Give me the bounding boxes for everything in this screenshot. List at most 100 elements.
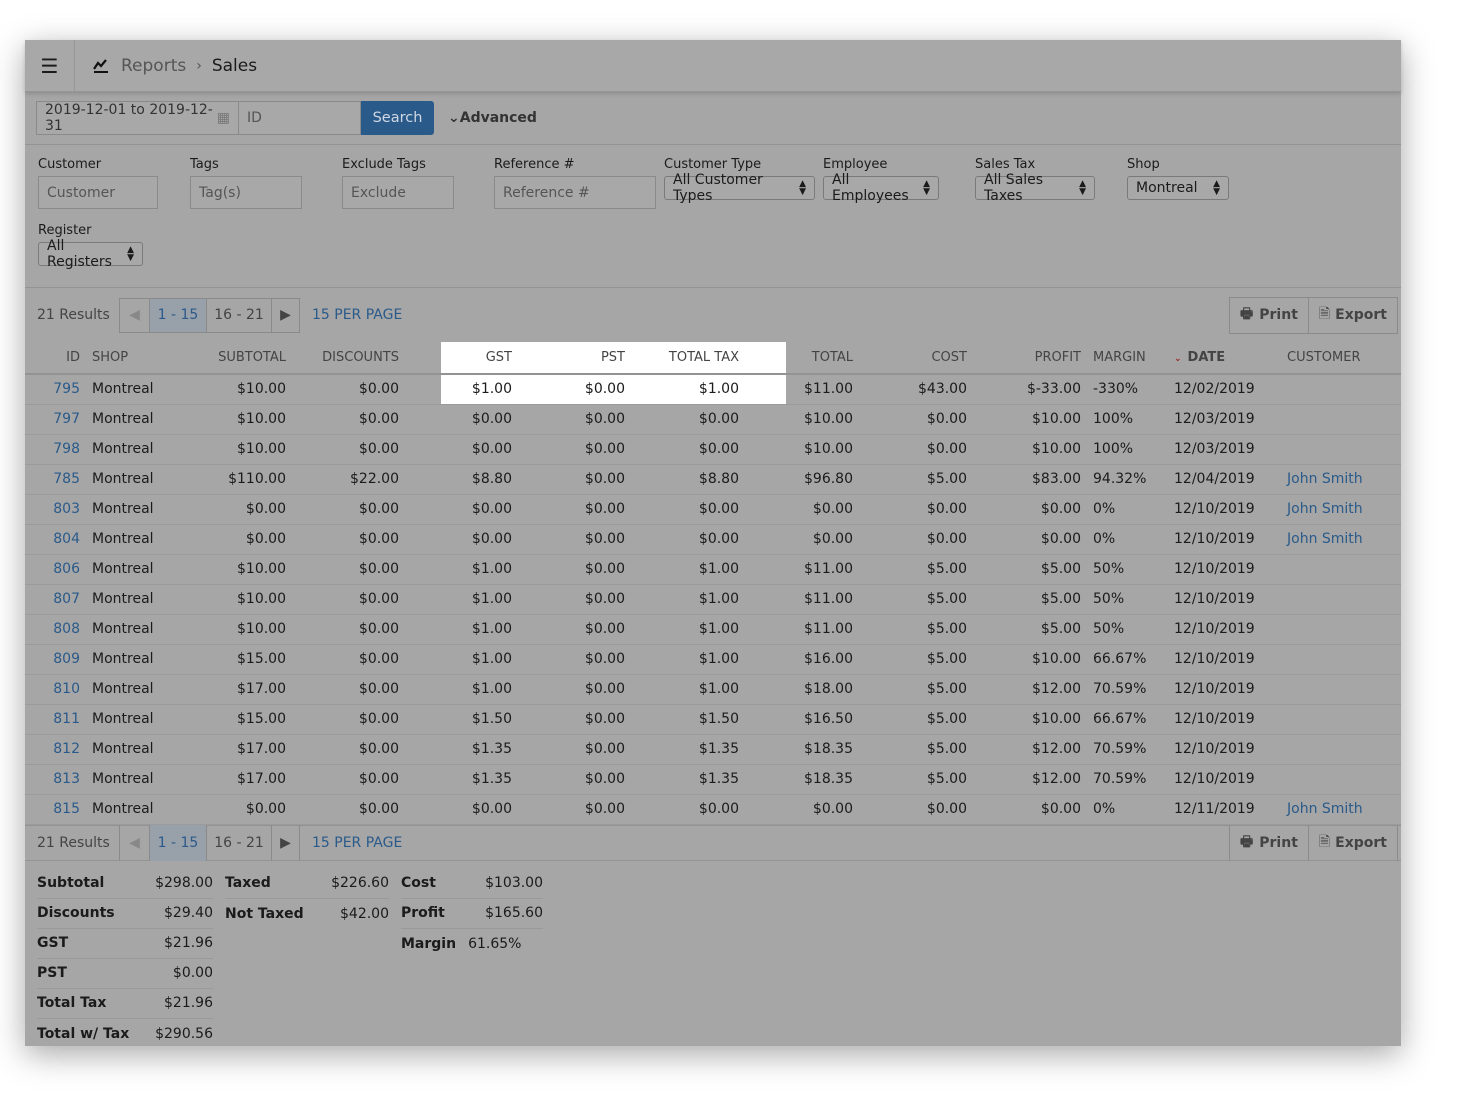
table-row[interactable]: 807 Montreal $10.00 $0.00 $1.00 $0.00 $1.00 $11…	[25, 584, 1401, 615]
summary-label: Taxed	[225, 875, 271, 891]
column-header-id[interactable]: ID	[25, 342, 86, 375]
table-row[interactable]: 809 Montreal $15.00 $0.00 $1.00 $0.00 $1.00 $16…	[25, 644, 1401, 675]
cell-margin: 0%	[1087, 794, 1168, 825]
cell-total-tax: $0.00	[631, 494, 786, 525]
tags-input[interactable]: Tag(s)	[190, 176, 302, 209]
table-row[interactable]: 803 Montreal $0.00 $0.00 $0.00 $0.00 $0.00 $0.0…	[25, 494, 1401, 525]
cell-pst: $0.00	[518, 464, 631, 495]
prev-page-icon[interactable]: ◀	[120, 824, 150, 861]
customer-input[interactable]: Customer	[38, 176, 158, 209]
summary-label: Profit	[401, 905, 445, 921]
sale-id-link[interactable]: 804	[25, 524, 86, 555]
cell-subtotal: $10.00	[186, 434, 292, 465]
customer-link	[1281, 764, 1401, 795]
column-header-total[interactable]: TOTAL	[786, 342, 859, 375]
reference-input[interactable]: Reference #	[494, 176, 656, 209]
print-button[interactable]: 🖶 Print	[1230, 297, 1309, 333]
table-row[interactable]: 813 Montreal $17.00 $0.00 $1.35 $0.00 $1.35 $18…	[25, 764, 1401, 795]
sale-id-link[interactable]: 798	[25, 434, 86, 465]
sale-id-link[interactable]: 811	[25, 704, 86, 735]
column-header-shop[interactable]: SHOP	[86, 342, 186, 375]
register-select[interactable]: All Registers ▲ ▼	[38, 238, 143, 270]
sales-tax-select[interactable]: All Sales Taxes ▲ ▼	[975, 172, 1095, 204]
shop-select[interactable]: Montreal ▲ ▼	[1127, 176, 1229, 200]
sale-id-link[interactable]: 806	[25, 554, 86, 585]
per-page-select[interactable]: 15 PER PAGE	[312, 835, 402, 851]
column-header-pst[interactable]: PST	[518, 342, 631, 375]
cell-subtotal: $10.00	[186, 614, 292, 645]
id-input[interactable]: ID	[239, 101, 361, 135]
export-button[interactable]: 🗎 Export	[1309, 298, 1397, 333]
cell-total: $11.00	[786, 374, 859, 405]
cell-pst: $0.00	[518, 374, 631, 405]
search-button[interactable]: Search	[361, 101, 434, 135]
column-header-cost[interactable]: COST	[859, 342, 973, 375]
exclude-tags-input[interactable]: Exclude	[342, 176, 454, 209]
next-page-icon[interactable]: ▶	[272, 825, 299, 861]
customer-link[interactable]: John Smith	[1281, 494, 1401, 525]
sale-id-link[interactable]: 795	[25, 374, 86, 405]
cell-total-tax: $0.00	[631, 794, 786, 825]
cell-date: 12/10/2019	[1168, 524, 1281, 555]
column-header-total-tax[interactable]: TOTAL TAX	[631, 342, 786, 375]
cell-total-tax: $1.00	[631, 644, 786, 675]
page-1-15[interactable]: 1 - 15	[150, 298, 207, 332]
cell-pst: $0.00	[518, 644, 631, 675]
column-header-discounts[interactable]: DISCOUNTS	[292, 342, 441, 375]
employee-select[interactable]: All Employees ▲ ▼	[823, 172, 939, 204]
cell-total: $16.00	[786, 644, 859, 675]
table-row[interactable]: 806 Montreal $10.00 $0.00 $1.00 $0.00 $1.00 $11…	[25, 554, 1401, 585]
cell-pst: $0.00	[518, 404, 631, 435]
sale-id-link[interactable]: 808	[25, 614, 86, 645]
table-row[interactable]: 804 Montreal $0.00 $0.00 $0.00 $0.00 $0.00 $0.0…	[25, 524, 1401, 555]
table-row[interactable]: 797 Montreal $10.00 $0.00 $0.00 $0.00 $0.00 $10…	[25, 404, 1401, 435]
table-row[interactable]: 812 Montreal $17.00 $0.00 $1.35 $0.00 $1.35 $18…	[25, 734, 1401, 765]
page-1-15[interactable]: 1 - 15	[150, 824, 207, 861]
column-header-margin[interactable]: MARGIN	[1087, 342, 1168, 375]
date-range-input[interactable]: 2019-12-01 to 2019-12-31 ▦	[36, 101, 239, 135]
cell-profit: $5.00	[973, 554, 1087, 585]
sale-id-link[interactable]: 812	[25, 734, 86, 765]
table-row[interactable]: 808 Montreal $10.00 $0.00 $1.00 $0.00 $1.00 $11…	[25, 614, 1401, 645]
next-page-icon[interactable]: ▶	[272, 299, 299, 332]
sale-id-link[interactable]: 810	[25, 674, 86, 705]
page-16-21[interactable]: 16 - 21	[207, 298, 272, 332]
sale-id-link[interactable]: 807	[25, 584, 86, 615]
table-row[interactable]: 815 Montreal $0.00 $0.00 $0.00 $0.00 $0.00 $0.0…	[25, 794, 1401, 825]
column-header-date[interactable]: ⌄ DATE	[1168, 342, 1281, 375]
cell-discounts: $0.00	[292, 494, 441, 525]
cell-cost: $5.00	[859, 674, 973, 705]
customer-type-select[interactable]: All Customer Types ▲ ▼	[664, 172, 815, 204]
page-16-21[interactable]: 16 - 21	[207, 824, 272, 861]
column-header-profit[interactable]: PROFIT	[973, 342, 1087, 375]
customer-link[interactable]: John Smith	[1281, 464, 1401, 495]
sale-id-link[interactable]: 813	[25, 764, 86, 795]
column-header-subtotal[interactable]: SUBTOTAL	[186, 342, 292, 375]
sale-id-link[interactable]: 803	[25, 494, 86, 525]
sale-id-link[interactable]: 785	[25, 464, 86, 495]
prev-page-icon[interactable]: ◀	[120, 298, 150, 332]
sale-id-link[interactable]: 797	[25, 404, 86, 435]
table-row[interactable]: 798 Montreal $10.00 $0.00 $0.00 $0.00 $0.00 $10…	[25, 434, 1401, 465]
cell-total-tax: $8.80	[631, 464, 786, 495]
menu-button[interactable]: ☰	[25, 39, 75, 92]
print-button[interactable]: 🖶 Print	[1230, 824, 1309, 861]
cell-margin: 0%	[1087, 524, 1168, 555]
customer-link[interactable]: John Smith	[1281, 524, 1401, 555]
export-button[interactable]: 🗎 Export	[1309, 825, 1397, 861]
column-header-customer[interactable]: CUSTOMER	[1281, 342, 1401, 375]
sale-id-link[interactable]: 815	[25, 794, 86, 825]
advanced-toggle[interactable]: ⌄Advanced	[448, 110, 537, 126]
column-header-gst[interactable]: GST	[441, 342, 518, 375]
sales-table: ID SHOP SUBTOTAL DISCOUNTS GST PST TOTAL TAX TO…	[25, 342, 1401, 825]
table-row[interactable]: 795 Montreal $10.00 $0.00 $1.00 $0.00 $1.00 $11…	[25, 374, 1401, 405]
table-row[interactable]: 810 Montreal $17.00 $0.00 $1.00 $0.00 $1.00 $18…	[25, 674, 1401, 705]
per-page-select[interactable]: 15 PER PAGE	[312, 307, 402, 323]
cell-date: 12/10/2019	[1168, 734, 1281, 765]
sale-id-link[interactable]: 809	[25, 644, 86, 675]
cell-discounts: $0.00	[292, 704, 441, 735]
table-row[interactable]: 785 Montreal $110.00 $22.00 $8.80 $0.00 $8.80 $…	[25, 464, 1401, 495]
table-row[interactable]: 811 Montreal $15.00 $0.00 $1.50 $0.00 $1.50 $16…	[25, 704, 1401, 735]
customer-link[interactable]: John Smith	[1281, 794, 1401, 825]
breadcrumb-reports[interactable]: Reports	[121, 56, 186, 76]
